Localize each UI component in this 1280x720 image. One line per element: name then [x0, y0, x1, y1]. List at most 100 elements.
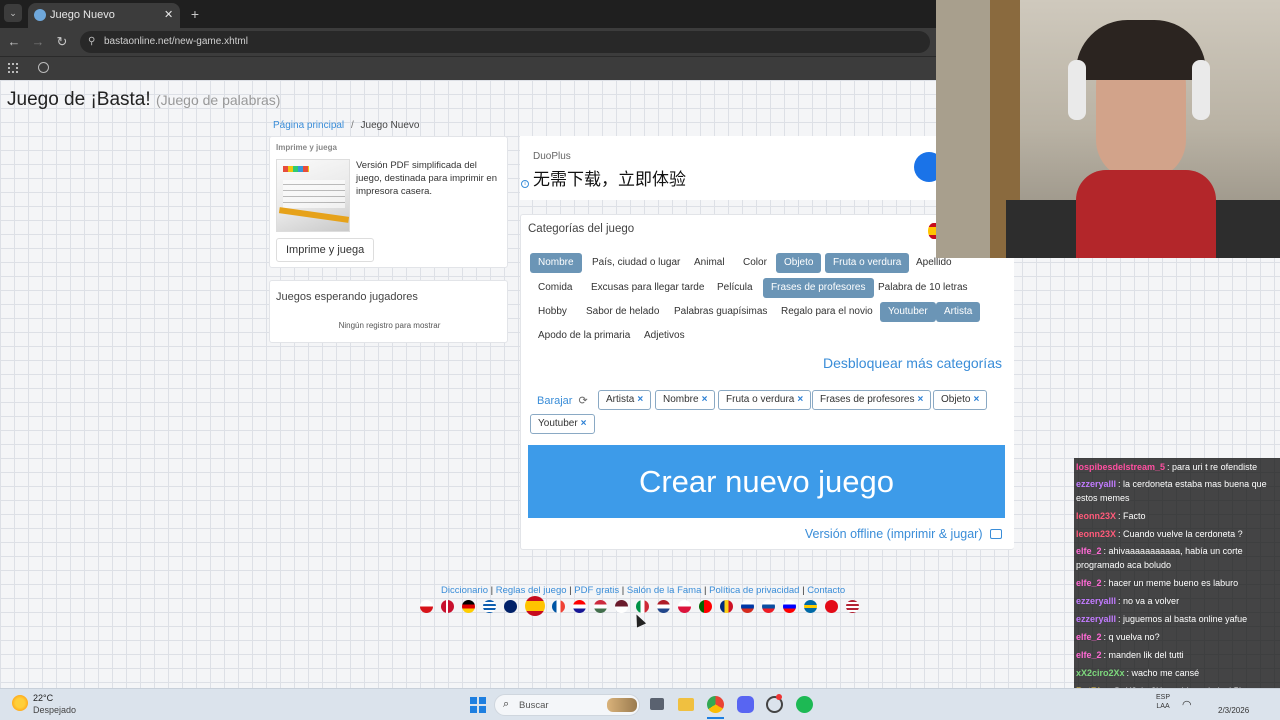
site-info-icon[interactable]: ⚲ [88, 31, 95, 53]
category-chip[interactable]: Color [735, 253, 775, 273]
language-flag-icon[interactable] [678, 600, 691, 613]
footer-sep: | [621, 585, 625, 596]
unlock-categories-link[interactable]: Desbloquear más categorías [823, 355, 1002, 371]
language-flag-icon[interactable] [741, 600, 754, 613]
footer-link-dictionary[interactable]: Diccionario [441, 585, 488, 596]
category-chip[interactable]: Película [709, 278, 761, 298]
reload-icon[interactable]: ↻ [52, 28, 72, 56]
category-chip[interactable]: Apodo de la primaria [530, 326, 638, 346]
task-view-icon[interactable] [650, 698, 664, 710]
forward-icon[interactable]: → [28, 28, 48, 56]
chrome-icon[interactable] [707, 696, 724, 713]
ad-info-icon[interactable]: i [521, 180, 529, 188]
webcam-overlay [936, 0, 1280, 258]
category-chip[interactable]: Fruta o verdura [825, 253, 910, 273]
shuffle-button[interactable]: Barajar ⟳ [537, 394, 588, 407]
breadcrumb-home-link[interactable]: Página principal [273, 120, 344, 131]
discord-icon[interactable] [737, 696, 754, 713]
print-and-play-button[interactable]: Imprime y juega [276, 238, 375, 262]
language-flag-icon[interactable] [636, 600, 649, 613]
remove-tag-icon[interactable]: × [637, 394, 643, 405]
category-chip[interactable]: País, ciudad o lugar [584, 253, 688, 273]
remove-tag-icon[interactable]: × [797, 394, 803, 405]
chat-text: : para uri t re ofendiste [1167, 462, 1258, 472]
ad-banner[interactable]: DuoPlus 无需下载，立即体验 i [520, 136, 944, 200]
url-input[interactable]: ⚲ bastaonline.net/new-game.xhtml [80, 31, 930, 53]
footer-link-rules[interactable]: Reglas del juego [496, 585, 567, 596]
language-flag-icon[interactable] [594, 600, 607, 613]
wifi-icon[interactable]: ◠ [1182, 698, 1192, 711]
language-flag-icon[interactable] [573, 600, 586, 613]
tab-search-icon[interactable]: ⌄ [4, 4, 22, 22]
spotify-icon[interactable] [796, 696, 813, 713]
language-flag-icon[interactable] [783, 600, 796, 613]
category-chip[interactable]: Palabras guapísimas [666, 302, 775, 322]
weather-sun-icon[interactable] [12, 695, 28, 711]
back-icon[interactable]: ← [4, 28, 24, 56]
remove-tag-icon[interactable]: × [702, 394, 708, 405]
apps-grid-icon[interactable] [8, 63, 18, 73]
footer-link-hall-of-fame[interactable]: Salón de la Fama [627, 585, 701, 596]
footer-link-privacy[interactable]: Política de privacidad [709, 585, 799, 596]
category-chip[interactable]: Hobby [530, 302, 575, 322]
category-chip[interactable]: Artista [936, 302, 981, 322]
page-title-sub: (Juego de palabras) [155, 92, 281, 108]
chat-username[interactable]: elfe_2 [1076, 546, 1102, 556]
chat-username[interactable]: elfe_2 [1076, 578, 1102, 588]
language-flag-icon[interactable] [825, 600, 838, 613]
language-flag-icon[interactable] [699, 600, 712, 613]
language-flag-icon[interactable] [552, 600, 565, 613]
weather-temp[interactable]: 22°C [33, 693, 53, 703]
chat-username[interactable]: elfe_2 [1076, 650, 1102, 660]
chat-username[interactable]: elfe_2 [1076, 632, 1102, 642]
chat-username[interactable]: ezzeryalll [1076, 614, 1116, 624]
language-flag-icon[interactable] [804, 600, 817, 613]
offline-version-link[interactable]: Versión offline (imprimir & jugar) [805, 527, 1002, 541]
language-flag-icon[interactable] [525, 596, 545, 616]
new-tab-icon[interactable]: + [186, 0, 204, 28]
language-flag-icon[interactable] [441, 600, 454, 613]
remove-tag-icon[interactable]: × [918, 394, 924, 405]
language-indicator[interactable]: ESP LAA [1156, 693, 1170, 711]
language-flag-icon[interactable] [615, 600, 628, 613]
footer-sep: | [704, 585, 707, 596]
taskbar-search[interactable]: ⌕ Buscar [494, 694, 640, 716]
language-flag-icon[interactable] [657, 600, 670, 613]
close-tab-icon[interactable]: ✕ [164, 8, 173, 21]
globe-icon[interactable] [38, 62, 49, 73]
chat-text: : juguemos al basta online yafue [1118, 614, 1248, 624]
chat-username[interactable]: lospibesdelstream_5 [1076, 462, 1165, 472]
language-flag-icon[interactable] [846, 600, 859, 613]
category-chip[interactable]: Palabra de 10 letras [870, 278, 976, 298]
chat-username[interactable]: ezzeryalll [1076, 479, 1116, 489]
create-game-button[interactable]: Crear nuevo juego [528, 445, 1005, 518]
language-flag-icon[interactable] [420, 600, 433, 613]
remove-tag-icon[interactable]: × [973, 394, 979, 405]
category-chip[interactable]: Comida [530, 278, 580, 298]
chat-username[interactable]: ezzeryalll [1076, 596, 1116, 606]
chat-username[interactable]: xX2ciro2Xx [1076, 668, 1125, 678]
language-flag-icon[interactable] [762, 600, 775, 613]
remove-tag-icon[interactable]: × [581, 418, 587, 429]
browser-tab[interactable]: Juego Nuevo ✕ [28, 3, 180, 28]
category-chip[interactable]: Excusas para llegar tarde [583, 278, 712, 298]
language-flag-icon[interactable] [720, 600, 733, 613]
language-flag-icon[interactable] [504, 600, 517, 613]
chat-username[interactable]: leonn23X [1076, 511, 1116, 521]
footer-link-contact[interactable]: Contacto [807, 585, 845, 596]
category-chip[interactable]: Objeto [776, 253, 822, 273]
category-chip[interactable]: Frases de profesores [763, 278, 874, 298]
category-chip[interactable]: Animal [686, 253, 733, 273]
language-flag-icon[interactable] [483, 600, 496, 613]
taskbar-date[interactable]: 2/3/2026 [1218, 706, 1249, 715]
category-chip[interactable]: Sabor de helado [578, 302, 667, 322]
category-chip[interactable]: Regalo para el novio [773, 302, 881, 322]
footer-link-pdf[interactable]: PDF gratis [574, 585, 619, 596]
category-chip[interactable]: Nombre [530, 253, 582, 273]
category-chip[interactable]: Adjetivos [636, 326, 693, 346]
category-chip[interactable]: Youtuber [880, 302, 936, 322]
language-flag-icon[interactable] [462, 600, 475, 613]
file-explorer-icon[interactable] [678, 698, 694, 711]
windows-start-icon[interactable] [470, 697, 486, 713]
chat-username[interactable]: leonn23X [1076, 529, 1116, 539]
